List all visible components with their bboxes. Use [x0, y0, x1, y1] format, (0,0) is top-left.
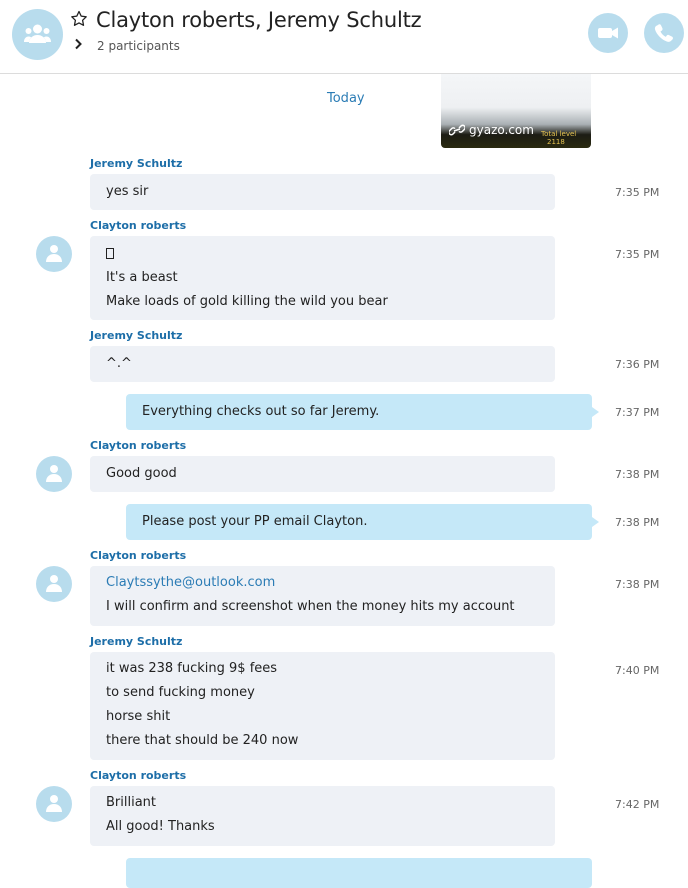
conversation-header: Clayton roberts, Jeremy Schultz 2 partic… [0, 0, 688, 74]
gyazo-link-icon [449, 124, 465, 136]
video-call-icon [598, 27, 618, 39]
message-text: yes sir [106, 184, 149, 199]
message-text: horse shit [106, 709, 171, 724]
message-time: 7:38 PM [615, 578, 660, 591]
message-sender[interactable]: Clayton roberts [90, 219, 186, 232]
message-sender[interactable]: Clayton roberts [90, 549, 186, 562]
message-time: 7:38 PM [615, 468, 660, 481]
video-call-button[interactable] [588, 13, 628, 53]
outgoing-message-bubble[interactable]: Please post your PP email Clayton. [126, 504, 599, 540]
message-text: It's a beast [106, 270, 178, 285]
message-sender[interactable]: Jeremy Schultz [90, 635, 182, 648]
message-text: Make loads of gold killing the wild you … [106, 294, 388, 309]
message-time: 7:36 PM [615, 358, 660, 371]
message-sender[interactable]: Clayton roberts [90, 439, 186, 452]
message-time: 7:35 PM [615, 248, 660, 261]
gyazo-source[interactable]: gyazo.com [449, 123, 534, 137]
message-sender[interactable]: Jeremy Schultz [90, 329, 182, 342]
emoticon-icon [106, 248, 114, 259]
message-text: Good good [106, 466, 177, 481]
outgoing-message-bubble-partial[interactable] [126, 858, 592, 888]
shared-image-preview[interactable]: gyazo.com Total level 2118 [441, 74, 591, 148]
message-sender[interactable]: Jeremy Schultz [90, 157, 182, 170]
avatar[interactable] [36, 786, 72, 822]
message-text: All good! Thanks [106, 819, 215, 834]
participants-count[interactable]: 2 participants [97, 39, 180, 53]
email-link[interactable]: Claytssythe@outlook.com [106, 571, 539, 595]
message-bubble[interactable]: ^.^ [90, 346, 555, 382]
message-text: it was 238 fucking 9$ fees [106, 661, 278, 676]
user-icon [46, 795, 62, 812]
date-divider: Today [327, 91, 365, 106]
audio-call-icon [654, 24, 673, 42]
avatar[interactable] [36, 236, 72, 272]
message-time: 7:37 PM [615, 406, 660, 419]
message-time: 7:35 PM [615, 186, 660, 199]
message-sender[interactable]: Clayton roberts [90, 769, 186, 782]
user-icon [46, 245, 62, 262]
message-text: to send fucking money [106, 685, 255, 700]
message-bubble[interactable]: Claytssythe@outlook.com I will confirm a… [90, 566, 555, 626]
avatar[interactable] [36, 456, 72, 492]
message-bubble[interactable]: it was 238 fucking 9$ fees to send fucki… [90, 652, 555, 760]
message-bubble[interactable]: Good good [90, 456, 555, 492]
message-text: ^.^ [106, 356, 132, 371]
message-text: Brilliant [106, 795, 157, 810]
message-bubble[interactable]: It's a beast Make loads of gold killing … [90, 236, 555, 320]
avatar[interactable] [36, 566, 72, 602]
message-bubble[interactable]: yes sir [90, 174, 555, 210]
outgoing-message-bubble[interactable]: Everything checks out so far Jeremy. [126, 394, 599, 430]
message-time: 7:38 PM [615, 516, 660, 529]
audio-call-button[interactable] [644, 13, 684, 53]
message-text: there that should be 240 now [106, 733, 299, 748]
message-emoticon [106, 242, 539, 266]
chevron-right-icon[interactable] [73, 38, 83, 50]
message-bubble[interactable]: Brilliant All good! Thanks [90, 786, 555, 846]
group-avatar[interactable] [12, 9, 63, 60]
game-overlay-text: Total level 2118 [541, 130, 577, 146]
user-icon [46, 465, 62, 482]
group-icon [24, 24, 51, 43]
message-time: 7:40 PM [615, 664, 660, 677]
gyazo-label: gyazo.com [469, 123, 534, 137]
message-text: I will confirm and screenshot when the m… [106, 599, 515, 614]
star-icon[interactable] [70, 10, 88, 28]
message-time: 7:42 PM [615, 798, 660, 811]
conversation-title: Clayton roberts, Jeremy Schultz [96, 8, 422, 32]
user-icon [46, 575, 62, 592]
